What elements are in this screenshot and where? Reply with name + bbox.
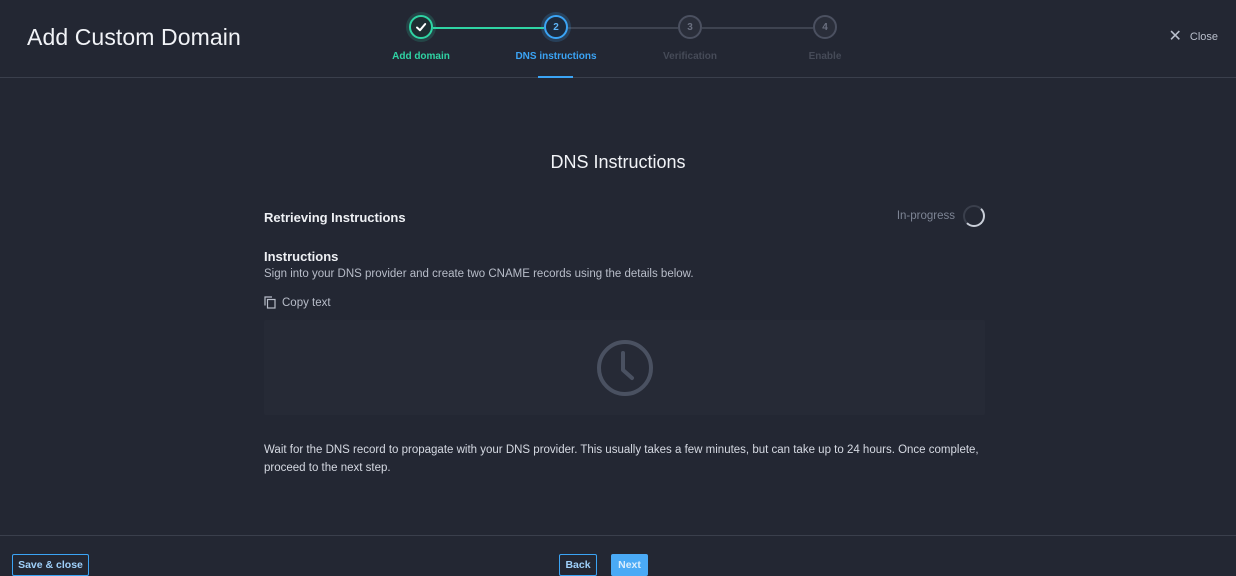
retrieve-status-row: Retrieving Instructions In-progress [264,205,985,228]
status-text: In-progress [896,210,955,222]
step-2-number: 2 [553,21,559,33]
step-4-indicator[interactable]: 4 [813,15,837,39]
instructions-text: Sign into your DNS provider and create t… [264,268,694,280]
back-button[interactable]: Back [559,554,597,576]
footer: Save & close Back Next [0,535,1236,576]
step-2-indicator[interactable]: 2 [544,15,568,39]
step-connector-1-2 [433,27,544,29]
step-connector-2-3 [568,27,678,29]
checkmark-icon [416,23,427,32]
close-label: Close [1189,31,1218,43]
status-indicator: In-progress [897,205,985,227]
close-icon: ✕ [1168,28,1182,45]
dns-records-placeholder [264,320,985,415]
step-3-number: 3 [687,21,693,33]
stepper: Add domain 2 DNS instructions 3 Verifica… [0,0,1236,78]
retrieving-title: Retrieving Instructions [264,210,406,225]
step-1-label[interactable]: Add domain [356,51,486,62]
copy-text-label: Copy text [282,296,331,309]
close-button[interactable]: ✕ Close [1168,28,1218,45]
step-3-indicator[interactable]: 3 [678,15,702,39]
propagation-note: Wait for the DNS record to propagate wit… [264,444,979,474]
next-button[interactable]: Next [611,554,648,576]
step-4-number: 4 [822,21,828,33]
step-connector-3-4 [702,27,813,29]
step-4-label[interactable]: Enable [760,51,890,62]
top-bar: Add Custom Domain Add domain 2 DNS instr… [0,0,1236,78]
spinner-icon [963,205,985,227]
section-title: DNS Instructions [550,152,686,172]
save-and-close-button[interactable]: Save & close [12,554,89,576]
copy-text-button[interactable]: Copy text [264,296,331,309]
copy-icon [264,296,276,309]
clock-icon [596,339,653,396]
step-1-indicator[interactable] [409,15,433,39]
instructions-heading: Instructions [264,249,339,264]
step-3-label[interactable]: Verification [625,51,755,62]
step-2-label[interactable]: DNS instructions [491,51,621,62]
active-step-underline [538,76,573,78]
